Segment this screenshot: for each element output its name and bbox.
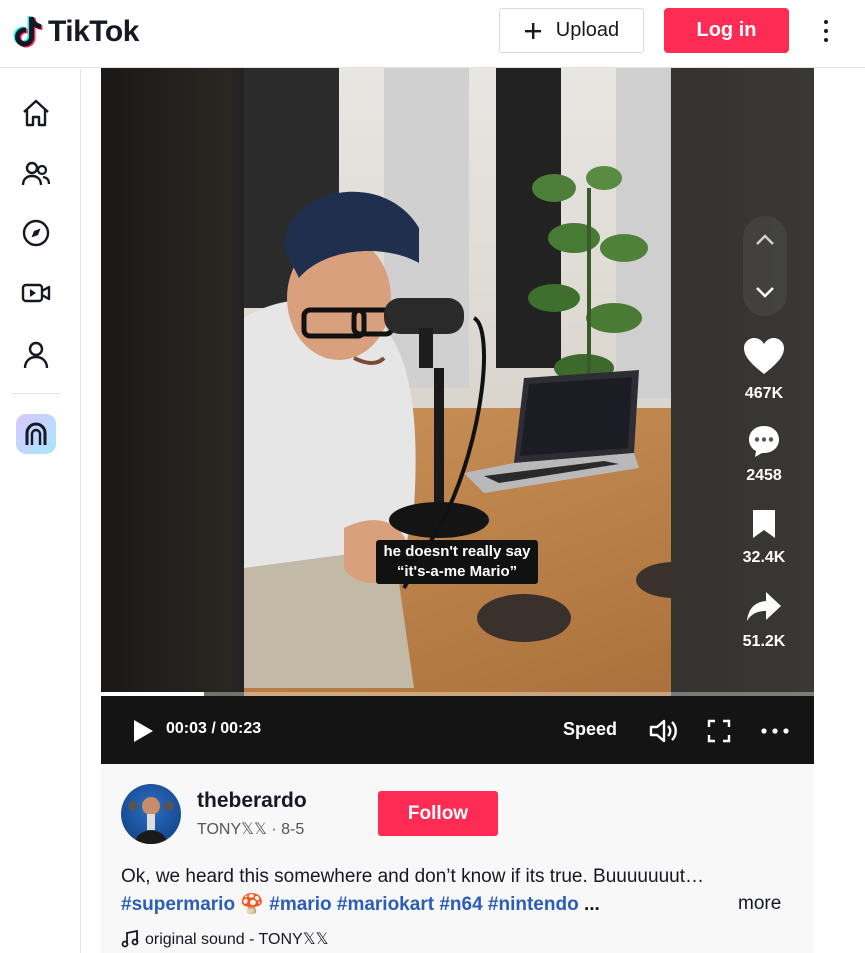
avatar-image — [128, 797, 174, 844]
like-action[interactable]: 467K — [734, 336, 794, 403]
music-note-icon — [121, 930, 139, 948]
profile-icon[interactable] — [20, 339, 52, 371]
play-icon[interactable] — [131, 718, 155, 744]
upload-button[interactable]: Upload — [499, 8, 644, 53]
following-icon[interactable] — [20, 158, 52, 190]
tiktok-logo[interactable]: TikTok — [12, 12, 139, 52]
home-icon[interactable] — [20, 97, 52, 129]
speed-button[interactable]: Speed — [563, 719, 617, 740]
chevron-up-icon[interactable] — [755, 234, 775, 246]
comment-action[interactable]: 2458 — [734, 424, 794, 485]
hashtag-link[interactable]: #mariokart — [337, 894, 434, 915]
follow-button[interactable]: Follow — [378, 791, 498, 836]
author-username[interactable]: theberardo — [197, 789, 307, 813]
hashtag-link[interactable]: #mario — [269, 894, 331, 915]
share-icon — [747, 592, 781, 621]
login-button[interactable]: Log in — [664, 8, 789, 53]
post-description: Ok, we heard this somewhere and don’t kn… — [121, 866, 704, 887]
chevron-down-icon[interactable] — [755, 286, 775, 298]
mushroom-emoji: 🍄 — [240, 894, 264, 915]
sidebar-divider — [12, 393, 60, 394]
author-subline: TONY𝕏𝕏 · 8-5 — [197, 821, 305, 838]
explore-icon[interactable] — [20, 217, 52, 249]
video-controls: 00:03 / 00:23 Speed — [101, 696, 814, 764]
upload-label: Upload — [555, 19, 620, 41]
share-action[interactable]: 51.2K — [734, 590, 794, 651]
hashtag-link[interactable]: #supermario — [121, 894, 235, 915]
description-ellipsis: ... — [583, 894, 600, 915]
post-info: theberardo TONY𝕏𝕏 · 8-5 Follow Ok, we he… — [101, 764, 814, 953]
video-player[interactable]: he doesn't really say “it's-a-me Mario” — [101, 68, 814, 764]
more-options-horizontal-icon[interactable] — [761, 728, 789, 734]
caption-line-1: he doesn't really say — [383, 543, 531, 560]
avatar[interactable] — [121, 784, 181, 844]
comment-count: 2458 — [746, 467, 782, 484]
follow-label: Follow — [407, 802, 469, 824]
login-label: Log in — [696, 19, 757, 41]
hashtag-list: #supermario 🍄 #mario #mariokart #n64 #ni… — [121, 892, 600, 916]
live-icon[interactable] — [20, 277, 52, 309]
share-count: 51.2K — [742, 633, 786, 650]
video-frame — [244, 68, 671, 764]
comment-icon — [749, 426, 779, 457]
tiktok-wordmark: TikTok — [48, 15, 139, 48]
more-button[interactable]: more — [738, 893, 781, 915]
app-download-icon[interactable] — [16, 414, 56, 454]
sound-name: original sound - TONY𝕏𝕏 — [145, 931, 329, 948]
save-count: 32.4K — [742, 549, 786, 566]
heart-icon — [744, 338, 784, 374]
video-caption: he doesn't really say “it's-a-me Mario” — [376, 540, 538, 584]
more-options-icon[interactable] — [815, 15, 837, 47]
hashtag-link[interactable]: #n64 — [439, 894, 482, 915]
fullscreen-icon[interactable] — [707, 719, 731, 743]
video-time: 00:03 / 00:23 — [166, 720, 262, 737]
like-count: 467K — [744, 385, 784, 402]
left-sidebar — [0, 69, 81, 953]
save-action[interactable]: 32.4K — [734, 508, 794, 567]
sound-link[interactable]: original sound - TONY𝕏𝕏 — [121, 929, 329, 949]
volume-icon[interactable] — [649, 718, 679, 744]
caption-line-2: “it's-a-me Mario” — [396, 563, 518, 580]
tiktok-logo-icon — [13, 16, 43, 48]
bookmark-icon — [753, 510, 775, 538]
coaster-image-2 — [636, 562, 671, 598]
arch-icon — [25, 422, 47, 445]
plus-icon — [524, 22, 541, 39]
top-header: TikTok Upload Log in — [0, 0, 865, 68]
hashtag-link[interactable]: #nintendo — [488, 894, 579, 915]
video-nav-pill — [743, 216, 787, 316]
